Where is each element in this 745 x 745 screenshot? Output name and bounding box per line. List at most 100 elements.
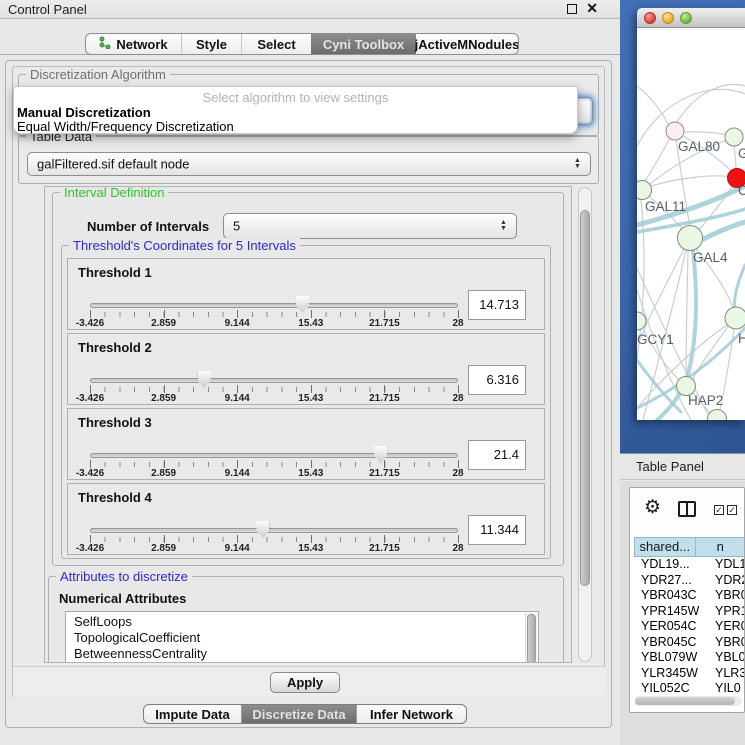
- algorithm-placeholder-option[interactable]: Select algorithm to view settings: [14, 90, 577, 105]
- cell-name: YLR3: [707, 666, 745, 682]
- interval-definition-group: Interval Definition Number of Intervals …: [52, 192, 564, 566]
- table-row[interactable]: YIL052CYIL0: [634, 681, 745, 695]
- network-edge[interactable]: [644, 138, 670, 182]
- network-edge[interactable]: [677, 84, 745, 122]
- number-of-intervals-value: 5: [233, 219, 240, 234]
- slider-thumb[interactable]: [256, 521, 269, 538]
- network-edge[interactable]: [734, 146, 736, 169]
- network-node[interactable]: [678, 226, 703, 251]
- tab-select-label: Select: [257, 37, 295, 52]
- network-window-titlebar[interactable]: [637, 8, 745, 28]
- control-panel-title: Control Panel: [8, 2, 87, 17]
- threshold-label: Threshold 1: [78, 265, 152, 280]
- major-tick: [458, 385, 459, 393]
- tick-label: 9.144: [214, 318, 260, 329]
- tab-cyni-toolbox[interactable]: Cyni Toolbox: [311, 34, 416, 54]
- network-edge[interactable]: [637, 290, 691, 420]
- table-row[interactable]: YLR345WYLR3: [634, 666, 745, 682]
- table-data-select[interactable]: galFiltered.sif default node ▲▼: [27, 152, 591, 176]
- network-edge[interactable]: [637, 86, 668, 124]
- attribute-item[interactable]: SelfLoops: [66, 614, 538, 630]
- attributes-list-scrollbar[interactable]: [525, 613, 537, 663]
- tab-jactivemnodules[interactable]: jActiveMNodules: [416, 34, 518, 54]
- network-edge[interactable]: [651, 176, 730, 186]
- tab-impute-data[interactable]: Impute Data: [144, 705, 241, 723]
- network-edge[interactable]: [684, 132, 729, 136]
- table-panel-titlebar: Table Panel: [620, 453, 745, 480]
- tick-label: -3.426: [67, 393, 113, 404]
- settings-scrollbar-thumb[interactable]: [580, 210, 590, 586]
- column-header-name[interactable]: n: [696, 537, 745, 557]
- network-node[interactable]: [708, 410, 727, 421]
- network-node[interactable]: [666, 122, 684, 140]
- threshold-value-field[interactable]: 6.316: [468, 365, 526, 395]
- threshold-list: Threshold 1-3.4262.8599.14415.4321.71528…: [62, 246, 550, 558]
- slider-thumb[interactable]: [198, 371, 211, 388]
- major-tick: [384, 310, 385, 318]
- cell-shared-name: YDR27...: [634, 573, 707, 589]
- threshold-value-field[interactable]: 11.344: [468, 515, 526, 545]
- table-row[interactable]: YBR043CYBR0: [634, 588, 745, 604]
- close-panel-icon[interactable]: ✕: [586, 2, 598, 14]
- slider-track[interactable]: [90, 378, 458, 383]
- float-window-icon[interactable]: [567, 4, 577, 14]
- mac-minimize-button[interactable]: [662, 12, 674, 24]
- slider-tick-strip: [90, 537, 459, 542]
- column-header-shared-name[interactable]: shared...: [634, 537, 696, 557]
- mac-zoom-button[interactable]: [680, 12, 692, 24]
- checkbox-icon[interactable]: ✓: [714, 505, 724, 515]
- table-data-group: Table Data galFiltered.sif default node …: [18, 136, 599, 184]
- number-of-intervals-select[interactable]: 5 ▲▼: [223, 213, 517, 239]
- algorithm-option-equal-width[interactable]: Equal Width/Frequency Discretization: [17, 119, 234, 134]
- tab-discretize-data[interactable]: Discretize Data: [241, 705, 356, 723]
- table-row[interactable]: YPR145WYPR1: [634, 604, 745, 620]
- slider-thumb[interactable]: [296, 296, 309, 313]
- tab-infer-network[interactable]: Infer Network: [356, 705, 466, 723]
- node-label: GAL11: [645, 199, 686, 214]
- slider-track[interactable]: [90, 528, 458, 533]
- attribute-item[interactable]: BetweennessCentrality: [66, 646, 538, 662]
- tab-select[interactable]: Select: [241, 34, 311, 54]
- tab-network[interactable]: Network: [86, 34, 181, 54]
- table-horizontal-scrollbar[interactable]: [634, 696, 742, 706]
- major-tick: [311, 535, 312, 543]
- slider-track[interactable]: [90, 303, 458, 308]
- table-row[interactable]: YDL19...YDL1: [634, 557, 745, 573]
- control-panel-titlebar: Control Panel ✕: [0, 0, 620, 19]
- algorithm-option-manual[interactable]: Manual Discretization: [17, 105, 151, 120]
- attribute-item[interactable]: TopologicalCoefficient: [66, 630, 538, 646]
- threshold-value-field[interactable]: 14.713: [468, 290, 526, 320]
- table-row[interactable]: YBR045CYBR0: [634, 635, 745, 651]
- tick-label: 21.715: [361, 543, 407, 554]
- table-panel-title: Table Panel: [636, 459, 704, 474]
- network-canvas[interactable]: GAL80GCGAL11GAL4GCY1HHAP2: [637, 28, 745, 420]
- major-tick: [311, 460, 312, 468]
- threshold-label: Threshold 3: [78, 415, 152, 430]
- apply-button[interactable]: Apply: [270, 672, 340, 693]
- apply-row: Apply: [13, 666, 605, 697]
- table-row[interactable]: YBL079WYBL0: [634, 650, 745, 666]
- table-row[interactable]: YDR27...YDR2: [634, 573, 745, 589]
- network-node[interactable]: [725, 128, 743, 146]
- numerical-attributes-label: Numerical Attributes: [59, 591, 186, 606]
- tab-style[interactable]: Style: [181, 34, 241, 54]
- tick-label: 21.715: [361, 468, 407, 479]
- network-edge[interactable]: [640, 249, 684, 340]
- network-node[interactable]: [637, 181, 652, 200]
- tick-label: 9.144: [214, 543, 260, 554]
- cell-shared-name: YPR145W: [634, 604, 707, 620]
- network-node[interactable]: [725, 307, 745, 329]
- gear-icon[interactable]: ⚙: [644, 498, 661, 517]
- threshold-value-field[interactable]: 21.4: [468, 440, 526, 470]
- settings-vertical-scrollbar[interactable]: [578, 187, 592, 662]
- network-edge-highlighted[interactable]: [734, 265, 745, 311]
- numerical-attributes-list: SelfLoopsTopologicalCoefficientBetweenne…: [65, 611, 539, 663]
- major-tick: [311, 310, 312, 318]
- checkbox-icon[interactable]: ✓: [727, 505, 737, 515]
- slider-track[interactable]: [90, 453, 458, 458]
- mac-close-button[interactable]: [644, 12, 656, 24]
- attributes-scrollbar-thumb[interactable]: [527, 614, 536, 663]
- columns-icon[interactable]: [678, 501, 696, 517]
- table-hscrollbar-thumb[interactable]: [635, 697, 735, 705]
- table-row[interactable]: YER054CYER0: [634, 619, 745, 635]
